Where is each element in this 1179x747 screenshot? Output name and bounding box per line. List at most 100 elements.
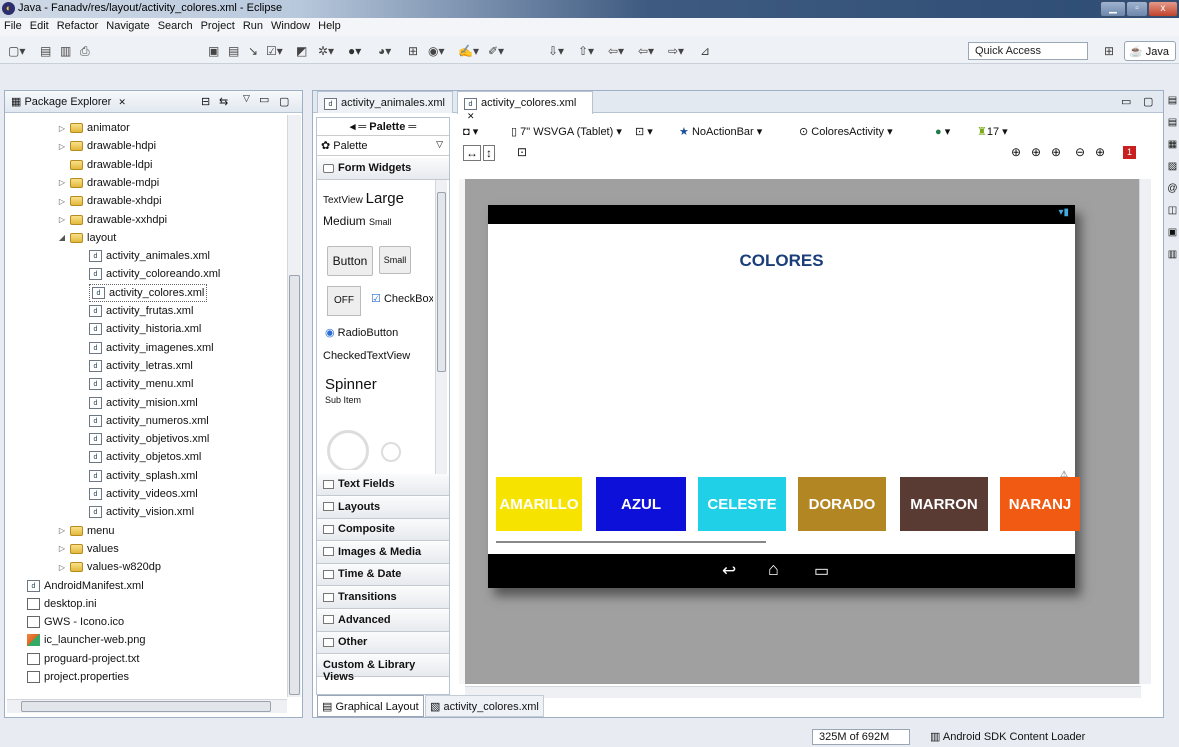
widget-textview[interactable]: TextView Large bbox=[323, 190, 404, 207]
quick-access-input[interactable]: Quick Access bbox=[968, 42, 1088, 60]
package-explorer-tab[interactable]: ▦ Package Explorer ✕ ⊟ ⇆ ▽ ▭ ▢ bbox=[5, 91, 302, 113]
palette-category[interactable]: Text Fields bbox=[317, 474, 449, 496]
tree-file[interactable]: d activity_animales.xml bbox=[89, 247, 210, 265]
back-icon[interactable]: ⇦▾ bbox=[638, 44, 654, 58]
open-perspective-icon[interactable]: ⊞ bbox=[1104, 44, 1114, 58]
home-nav-icon[interactable]: ⌂ bbox=[768, 559, 779, 580]
widget-spinner[interactable]: Spinner bbox=[325, 376, 377, 393]
close-view-icon[interactable]: ✕ bbox=[118, 97, 126, 107]
tree-file[interactable]: desktop.ini bbox=[27, 595, 97, 613]
tree-folder[interactable]: ▷ menu bbox=[57, 522, 115, 540]
widget-medium[interactable]: Medium Small bbox=[323, 214, 392, 228]
tree-file[interactable]: d activity_objetos.xml bbox=[89, 448, 201, 466]
tree-file[interactable]: d activity_historia.xml bbox=[89, 320, 201, 338]
palette-category[interactable]: Other bbox=[317, 632, 449, 655]
tree-file[interactable]: ic_launcher-web.png bbox=[27, 631, 146, 649]
checkbox-tool-icon[interactable]: ☑▾ bbox=[266, 44, 283, 58]
tree-vertical-scrollbar[interactable] bbox=[287, 115, 301, 697]
tree-file[interactable]: d activity_imagenes.xml bbox=[89, 339, 214, 357]
tree-file[interactable]: GWS - Icono.ico bbox=[27, 613, 124, 631]
color-button[interactable]: DORADO bbox=[798, 477, 886, 531]
next-annotation-icon[interactable]: ⇩▾ bbox=[548, 44, 564, 58]
toggle-fill-height-icon[interactable]: ↕ bbox=[483, 145, 495, 161]
external-tools-icon[interactable]: ◕▾ bbox=[378, 44, 391, 58]
close-tab-icon[interactable]: ✕ bbox=[467, 111, 475, 121]
palette-dropdown[interactable]: ✿ Palette ▽ bbox=[317, 136, 449, 156]
widget-large[interactable]: Large bbox=[366, 190, 404, 207]
color-button[interactable]: CELESTE bbox=[698, 477, 786, 531]
recents-nav-icon[interactable]: ▭ bbox=[814, 561, 829, 581]
tree-file[interactable]: d activity_videos.xml bbox=[89, 485, 198, 503]
task-list-icon[interactable]: ▤ bbox=[1166, 112, 1179, 134]
android-sdk-icon[interactable]: ▣ bbox=[208, 44, 219, 58]
zoom-reset-icon[interactable]: ⊕ bbox=[1051, 145, 1061, 159]
back-nav-icon[interactable]: ↩ bbox=[722, 561, 736, 581]
expand-arrow-icon[interactable]: ▷ bbox=[57, 563, 67, 572]
palette-scrollbar[interactable] bbox=[435, 180, 447, 474]
color-button[interactable]: NARANJ bbox=[1000, 477, 1080, 531]
console-icon[interactable]: ▣ bbox=[1166, 222, 1179, 244]
activity-dropdown[interactable]: ⊙ ColoresActivity ▾ bbox=[799, 125, 893, 138]
expand-arrow-icon[interactable]: ▷ bbox=[57, 215, 67, 224]
tree-folder[interactable]: ▷ drawable-hdpi bbox=[57, 137, 156, 155]
link-editor-icon[interactable]: ⇆ bbox=[219, 95, 228, 108]
tree-folder[interactable]: ▷ drawable-xxhdpi bbox=[57, 211, 167, 229]
run-icon[interactable]: ●▾ bbox=[348, 44, 361, 58]
tree-file[interactable]: d activity_colores.xml bbox=[89, 283, 208, 302]
tree-file[interactable]: project.properties bbox=[27, 668, 129, 686]
zoom-actual-icon[interactable]: ⊕ bbox=[1031, 145, 1041, 159]
tree-file[interactable]: d AndroidManifest.xml bbox=[27, 577, 144, 595]
heap-status[interactable]: 325M of 692M bbox=[812, 729, 910, 745]
zoom-out-icon[interactable]: ⊖ bbox=[1075, 145, 1085, 159]
menu-window[interactable]: Window bbox=[267, 18, 314, 32]
palette-category[interactable]: Composite bbox=[317, 519, 449, 542]
tree-file[interactable]: d activity_frutas.xml bbox=[89, 302, 193, 320]
widget-sub-item[interactable]: Sub Item bbox=[325, 395, 361, 405]
menu-run[interactable]: Run bbox=[239, 18, 267, 32]
tab-activity-colores[interactable]: d activity_colores.xml ✕ bbox=[457, 91, 593, 121]
progress-status[interactable]: ▥ Android SDK Content Loader bbox=[930, 730, 1085, 743]
orientation-dropdown[interactable]: ⊡ ▾ bbox=[635, 125, 653, 138]
outline-icon[interactable]: ▤ bbox=[1166, 90, 1179, 112]
menu-refactor[interactable]: Refactor bbox=[53, 18, 103, 32]
prev-annotation-icon[interactable]: ⇧▾ bbox=[578, 44, 594, 58]
expand-arrow-icon[interactable]: ▷ bbox=[57, 526, 67, 535]
tree-folder[interactable]: ▷ drawable-mdpi bbox=[57, 174, 159, 192]
widget-radiobutton[interactable]: ◉ RadioButton bbox=[325, 326, 398, 339]
expand-arrow-icon[interactable]: ▷ bbox=[57, 197, 67, 206]
logcat-icon[interactable]: ▥ bbox=[1166, 244, 1179, 266]
maximize-editor-icon[interactable]: ▢ bbox=[1143, 95, 1153, 108]
forward-icon[interactable]: ⇨▾ bbox=[668, 44, 684, 58]
avd-icon[interactable]: ▤ bbox=[228, 44, 239, 58]
palette-category[interactable]: Transitions bbox=[317, 587, 449, 609]
colores-title[interactable]: COLORES bbox=[488, 251, 1075, 271]
menu-help[interactable]: Help bbox=[314, 18, 345, 32]
widget-checkedtextview[interactable]: CheckedTextView bbox=[323, 350, 410, 362]
canvas-vertical-scrollbar[interactable] bbox=[1139, 179, 1151, 684]
widget-progressbar-normal[interactable] bbox=[381, 442, 401, 462]
tab-activity-animales[interactable]: d activity_animales.xml bbox=[317, 91, 453, 113]
menu-search[interactable]: Search bbox=[154, 18, 197, 32]
tree-file[interactable]: d activity_mision.xml bbox=[89, 394, 198, 412]
maximize-view-icon[interactable]: ▢ bbox=[279, 95, 289, 108]
properties-icon[interactable]: ▦ bbox=[1166, 134, 1179, 156]
tree-folder[interactable]: ◢ layout bbox=[57, 229, 116, 247]
color-button[interactable]: AZUL bbox=[596, 477, 686, 531]
problems-icon[interactable]: ▨ bbox=[1166, 156, 1179, 178]
tree-file[interactable]: d activity_letras.xml bbox=[89, 357, 193, 375]
menu-navigate[interactable]: Navigate bbox=[102, 18, 153, 32]
expand-arrow-icon[interactable]: ▷ bbox=[57, 142, 67, 151]
theme-dropdown[interactable]: ★ NoActionBar ▾ bbox=[679, 125, 762, 138]
toggle-fill-width-icon[interactable]: ↔ bbox=[463, 145, 481, 161]
tree-file[interactable]: d activity_numeros.xml bbox=[89, 412, 209, 430]
tree-folder[interactable]: ▷ animator bbox=[57, 119, 130, 137]
maximize-button[interactable]: ▫ bbox=[1126, 1, 1148, 17]
tree-folder[interactable]: ▷ values bbox=[57, 540, 119, 558]
tree-file[interactable]: d activity_menu.xml bbox=[89, 375, 193, 393]
tab-graphical-layout[interactable]: ▤ Graphical Layout bbox=[317, 695, 424, 717]
layout-file-dropdown[interactable]: ◘ ▾ bbox=[463, 125, 478, 138]
pin-editor-icon[interactable]: ⊿ bbox=[700, 44, 710, 58]
expand-arrow-icon[interactable]: ▷ bbox=[57, 124, 67, 133]
widget-small-text[interactable]: Small bbox=[369, 217, 392, 227]
save-icon[interactable]: ▤ bbox=[40, 44, 51, 58]
